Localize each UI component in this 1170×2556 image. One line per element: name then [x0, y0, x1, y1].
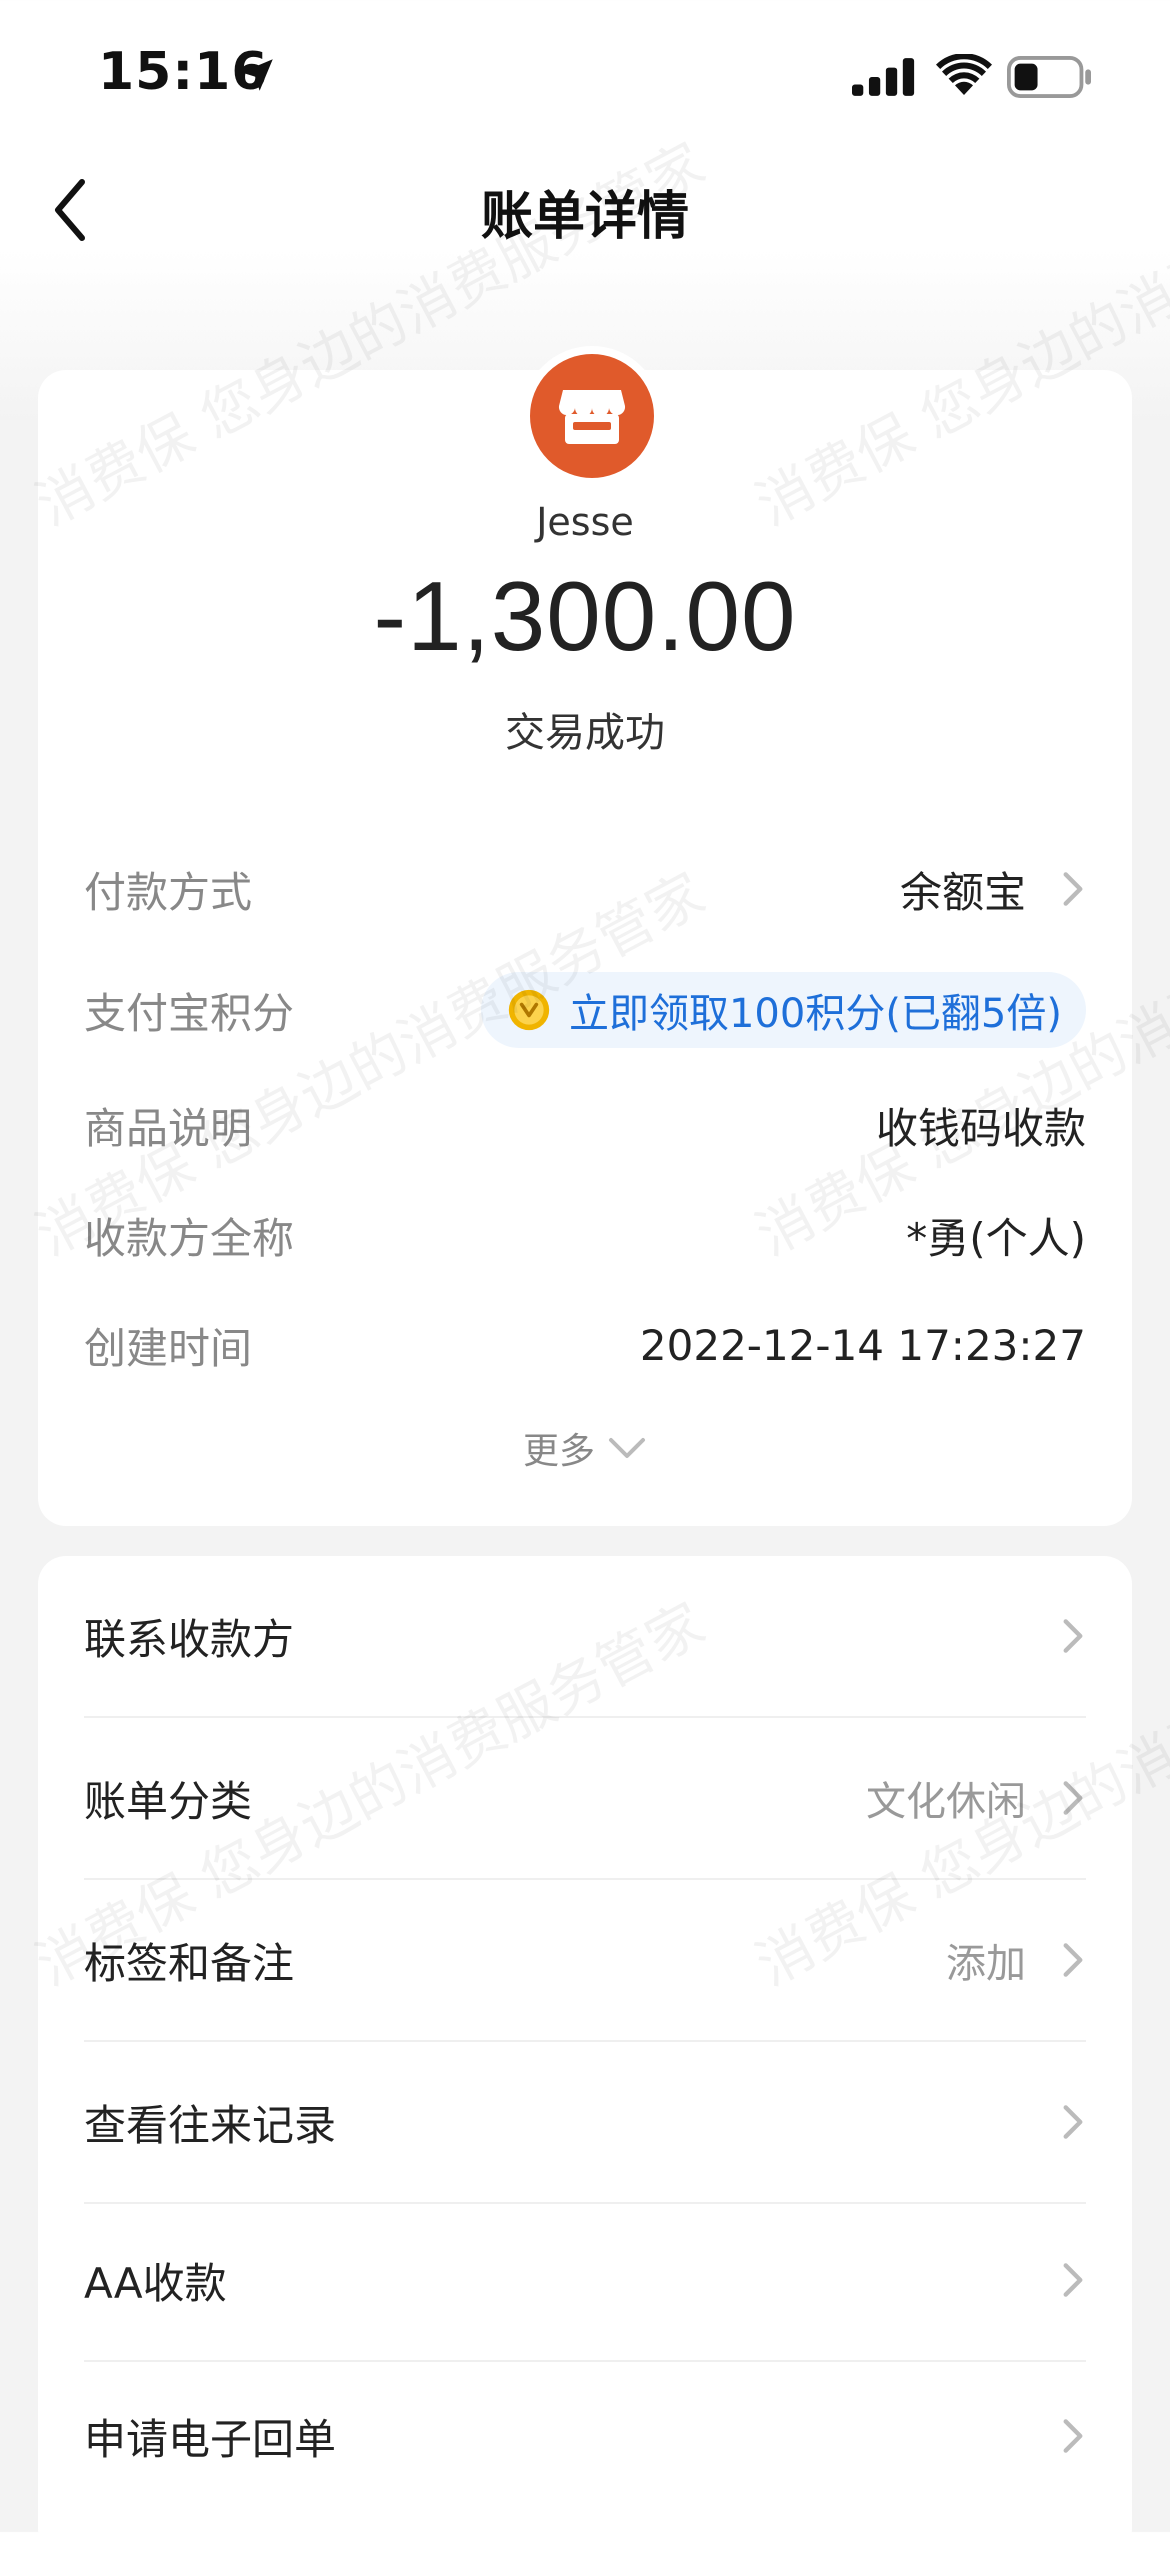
chevron-right-icon [1063, 2105, 1083, 2139]
more-button[interactable]: 更多 [38, 1422, 1132, 1474]
claim-points-button[interactable]: 立即领取100积分(已翻5倍) [480, 972, 1086, 1048]
detail-label: 支付宝积分 [84, 988, 295, 1038]
action-label: AA收款 [84, 2258, 227, 2308]
location-arrow-icon [241, 59, 273, 91]
action-right [1026, 2260, 1086, 2300]
action-right [1026, 2416, 1086, 2456]
more-label: 更多 [522, 1431, 595, 1472]
bill-summary-card: Jesse -1,300.00 交易成功 付款方式 余额宝 支付宝积分 立即领取… [38, 346, 1132, 1526]
chevron-right-icon [1063, 1943, 1083, 1977]
action-right [1026, 1616, 1086, 1656]
action-right [1026, 2102, 1086, 2142]
action-label: 申请电子回单 [84, 2414, 337, 2464]
action-e-receipt[interactable]: 申请电子回单 [84, 2356, 1086, 2516]
payment-method-value: 余额宝 [899, 867, 1026, 917]
merchant-avatar [522, 346, 662, 486]
detail-label: 付款方式 [84, 867, 253, 917]
nav-bar: 账单详情 [0, 150, 1170, 270]
detail-row-product: 商品说明 收钱码收款 [84, 1090, 1086, 1160]
transaction-amount: -1,300.00 [373, 561, 797, 671]
transaction-status: 交易成功 [505, 710, 665, 756]
detail-row-created-time: 创建时间 2022-12-14 17:23:27 [84, 1310, 1086, 1380]
detail-row-payment-method[interactable]: 付款方式 余额宝 [84, 854, 1086, 924]
detail-value: 余额宝 [900, 859, 1086, 920]
action-view-history[interactable]: 查看往来记录 [84, 2042, 1086, 2204]
action-label: 账单分类 [84, 1776, 253, 1826]
action-right: 文化休闲 [866, 1769, 1086, 1827]
chevron-right-icon [1063, 2263, 1083, 2297]
coin-icon [508, 989, 550, 1031]
chevron-right-icon [1063, 1619, 1083, 1653]
merchant-name: Jesse [536, 500, 634, 544]
detail-label: 商品说明 [84, 1103, 253, 1153]
wifi-icon [936, 54, 992, 95]
status-bar: 15:16 [0, 0, 1170, 150]
detail-row-payee: 收款方全称 *勇(个人) [84, 1200, 1086, 1270]
claim-points-label: 立即领取100积分(已翻5倍) [568, 991, 1062, 1037]
store-icon [558, 390, 626, 444]
page-title: 账单详情 [480, 187, 689, 247]
chevron-down-icon [609, 1438, 645, 1458]
action-value: 添加 [946, 1941, 1026, 1987]
action-label: 联系收款方 [84, 1614, 295, 1664]
detail-label: 创建时间 [84, 1323, 253, 1373]
action-label: 标签和备注 [84, 1938, 295, 1988]
chevron-right-icon [1063, 1781, 1083, 1815]
detail-label: 收款方全称 [84, 1213, 295, 1263]
action-aa-collect[interactable]: AA收款 [84, 2200, 1086, 2362]
action-right: 添加 [946, 1931, 1086, 1989]
detail-value: 收钱码收款 [875, 1103, 1086, 1153]
action-tags-notes[interactable]: 标签和备注 添加 [84, 1880, 1086, 2042]
battery-icon [1007, 56, 1091, 98]
detail-value: 2022-12-14 17:23:27 [639, 1320, 1086, 1370]
action-label: 查看往来记录 [84, 2100, 337, 2150]
chevron-right-icon [1063, 2419, 1083, 2453]
action-contact-payee[interactable]: 联系收款方 [84, 1556, 1086, 1718]
action-bill-category[interactable]: 账单分类 文化休闲 [84, 1718, 1086, 1880]
action-value: 文化休闲 [866, 1779, 1026, 1825]
detail-row-points: 支付宝积分 立即领取100积分(已翻5倍) [84, 970, 1086, 1050]
bill-actions-card: 联系收款方 账单分类 文化休闲 标签和备注 添加 查看往来记录 AA收款 申请电… [38, 1556, 1132, 2556]
detail-value: *勇(个人) [906, 1213, 1086, 1263]
chevron-right-icon [1063, 872, 1083, 906]
cellular-signal-icon [852, 58, 915, 96]
